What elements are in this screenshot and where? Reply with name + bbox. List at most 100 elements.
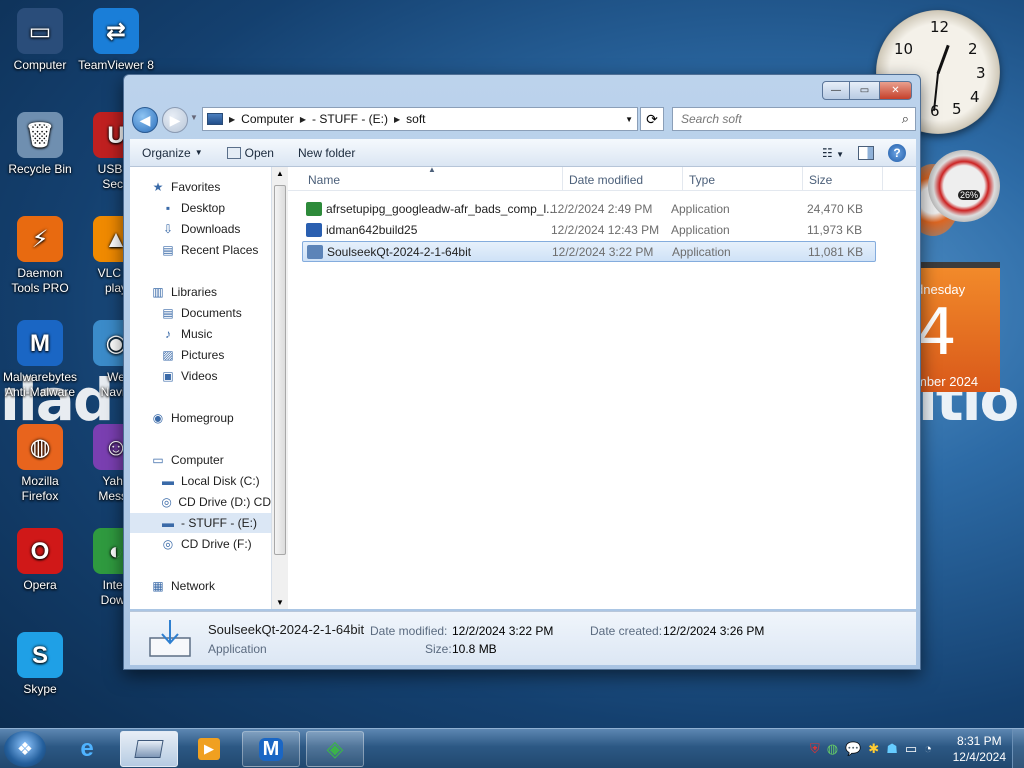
start-button[interactable]: ❖ (4, 731, 46, 767)
desktop-icon-label: Mozilla Firefox (21, 474, 59, 503)
desktop-icon[interactable]: ⇄ TeamViewer 8 (76, 8, 156, 73)
desktop-icon[interactable]: O Opera (0, 528, 80, 593)
nav-item[interactable]: ▦ Network (130, 576, 271, 596)
chevron-right-icon[interactable]: ▶ (394, 115, 400, 124)
desktop-icon[interactable]: M Malwarebytes Anti-Malware (0, 320, 80, 400)
desktop-icon[interactable]: ▭ Computer (0, 8, 80, 73)
clock-number: 5 (952, 100, 962, 118)
explorer-window[interactable]: — ▭ ✕ ◀ ▶ ▼ ▶ Computer ▶ - STUFF - (E:) … (123, 74, 921, 670)
file-name: idman642build25 (326, 223, 418, 237)
taskbar-internet-explorer[interactable]: e (58, 731, 116, 767)
search-input[interactable]: Search soft ⌕ (672, 107, 916, 131)
nav-item[interactable]: ◎ CD Drive (D:) CD (130, 492, 271, 512)
file-size: 11,973 KB (807, 223, 863, 237)
change-view-icon[interactable]: ☷ ▼ (822, 146, 844, 160)
internet-explorer-icon: e (80, 735, 94, 762)
taskbar-time: 8:31 PM (956, 734, 1002, 748)
taskbar-explorer[interactable] (120, 731, 178, 767)
chat-icon[interactable]: 💬 (845, 741, 861, 757)
nav-item-label: - STUFF - (E:) (181, 516, 257, 530)
taskbar-malwarebytes[interactable]: M (242, 731, 300, 767)
file-row[interactable]: SoulseekQt-2024-2-1-64bit 12/2/2024 3:22 … (302, 241, 876, 262)
open-icon (226, 146, 241, 159)
chevron-right-icon[interactable]: ▶ (229, 115, 235, 124)
preview-pane-icon[interactable] (858, 145, 874, 160)
breadcrumb-computer[interactable]: Computer (241, 112, 294, 126)
taskbar-media-player[interactable]: ▶ (180, 731, 238, 767)
scroll-down-icon[interactable]: ▼ (276, 598, 284, 607)
nav-icon: ▥ (152, 285, 164, 299)
column-date-modified[interactable]: Date modified (569, 173, 643, 187)
column-name[interactable]: Name (308, 173, 340, 187)
scrollbar-thumb[interactable] (274, 185, 286, 555)
recent-pages-dropdown-icon[interactable]: ▼ (190, 113, 198, 122)
taskbar-clock[interactable]: 8:31 PM 12/4/2024 (953, 733, 1006, 765)
organize-button[interactable]: Organize ▼ (130, 146, 215, 160)
nav-item-label: CD Drive (F:) (181, 537, 252, 551)
nav-item-label: Network (171, 579, 216, 593)
nav-item[interactable]: ▣ Videos (130, 366, 271, 386)
address-dropdown-icon[interactable]: ▼ (625, 115, 633, 124)
nav-item[interactable]: ▨ Pictures (130, 345, 271, 365)
help-icon[interactable]: ? (888, 143, 906, 162)
back-button[interactable]: ◀ (132, 107, 158, 133)
navigation-scrollbar[interactable]: ▲ ▼ (272, 167, 288, 609)
minimize-button[interactable]: — (822, 81, 850, 100)
taskbar-installer[interactable]: ◈ (306, 731, 364, 767)
scroll-up-icon[interactable]: ▲ (276, 169, 284, 178)
file-row[interactable]: idman642build25 12/2/2024 12:43 PM Applica… (302, 220, 876, 241)
installer-icon (149, 620, 191, 657)
maximize-button[interactable]: ▭ (850, 81, 880, 100)
new-folder-label: New folder (297, 145, 356, 160)
nav-item[interactable]: ▬ - STUFF - (E:) (130, 513, 271, 533)
file-row[interactable]: afrsetupipg_googleadw-afr_bads_comp_l...… (302, 199, 876, 220)
desktop-icon-label: Opera (23, 578, 57, 592)
breadcrumb-soft[interactable]: soft (406, 112, 425, 126)
nav-icon: ▣ (162, 369, 174, 383)
nav-item[interactable]: ★ Favorites (130, 177, 271, 197)
nav-item[interactable]: ▤ Documents (130, 303, 271, 323)
nav-item[interactable]: ♪ Music (130, 324, 271, 344)
column-type[interactable]: Type (689, 173, 715, 187)
search-icon[interactable]: ⌕ (902, 111, 909, 127)
desktop-icon[interactable]: 🗑 Recycle Bin (0, 112, 80, 177)
nav-item[interactable]: ⇩ Downloads (130, 219, 271, 239)
desktop-icon[interactable]: S Skype (0, 632, 80, 697)
network-globe-icon[interactable]: ◍ (827, 741, 838, 757)
nav-item[interactable]: ▪ Desktop (130, 198, 271, 218)
installer-taskbar-icon: ◈ (326, 736, 344, 761)
update-icon[interactable]: ✱ (868, 741, 879, 757)
column-size[interactable]: Size (809, 173, 832, 187)
show-desktop-button[interactable] (1012, 729, 1024, 768)
nav-item[interactable]: ◎ CD Drive (F:) (130, 534, 271, 554)
bluetooth-icon[interactable]: ☗ (886, 741, 898, 757)
breadcrumb-drive[interactable]: - STUFF - (E:) (312, 112, 388, 126)
calendar-gadget[interactable]: dnesday 4 mber 2024 (912, 262, 1000, 392)
file-date: 12/2/2024 2:49 PM (551, 202, 653, 216)
desktop-icon-label: Computer (13, 58, 67, 72)
nav-item[interactable]: ▤ Recent Places (130, 240, 271, 260)
desktop-icon[interactable]: ⚡ Daemon Tools PRO (0, 216, 80, 296)
file-type: Application (671, 202, 730, 216)
chevron-right-icon[interactable]: ▶ (300, 115, 306, 124)
refresh-button[interactable]: ⟳ (640, 107, 664, 131)
column-header: Name ▲ Date modified Type Size (288, 165, 916, 191)
nav-item[interactable]: ◉ Homegroup (130, 408, 271, 428)
address-bar[interactable]: ▶ Computer ▶ - STUFF - (E:) ▶ soft ▼ (202, 107, 638, 131)
taskbar: ❖ e ▶ M ◈ ⛨ ◍ 💬 ✱ ☗ ▭ ◔ 8:31 PM 12/4/202… (0, 728, 1024, 768)
volume-icon[interactable]: ◔ (924, 741, 932, 757)
close-button[interactable]: ✕ (880, 81, 912, 100)
forward-button[interactable]: ▶ (162, 107, 188, 133)
display-icon[interactable]: ▭ (905, 741, 917, 757)
desktop-icon[interactable]: ◍ Mozilla Firefox (0, 424, 80, 504)
open-button[interactable]: Open (215, 146, 286, 160)
new-folder-button[interactable]: New folder (286, 146, 367, 160)
meter-percent: 26% (958, 190, 981, 200)
nav-item[interactable]: ▥ Libraries (130, 282, 271, 302)
nav-item[interactable]: ▭ Computer (130, 450, 271, 470)
nav-item[interactable]: ▬ Local Disk (C:) (130, 471, 271, 491)
shield-icon[interactable]: ⛨ (810, 741, 820, 757)
nav-item-label: Desktop (181, 201, 226, 215)
taskbar-date: 12/4/2024 (952, 750, 1006, 764)
file-name: SoulseekQt-2024-2-1-64bit (327, 245, 472, 259)
